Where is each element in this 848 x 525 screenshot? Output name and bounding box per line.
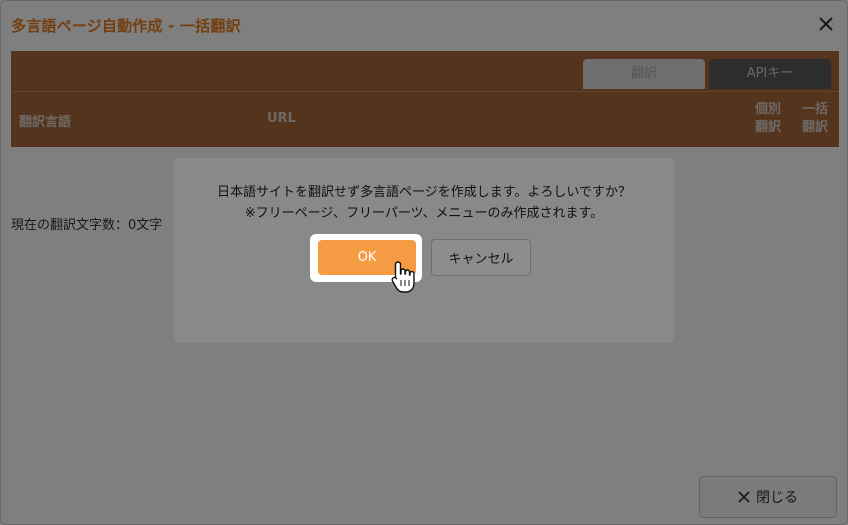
dialog-message: 日本語サイトを翻訳せず多言語ページを作成します。よろしいですか？ ※フリーページ… [174,182,674,224]
confirm-dialog: 日本語サイトを翻訳せず多言語ページを作成します。よろしいですか？ ※フリーページ… [174,158,674,343]
hand-pointer-icon [391,261,415,293]
cancel-button[interactable]: キャンセル [431,239,531,276]
dialog-message-line2: ※フリーページ、フリーパーツ、メニューのみ作成されます。 [244,206,604,221]
dialog-message-line1: 日本語サイトを翻訳せず多言語ページを作成します。よろしいですか？ [216,185,632,200]
